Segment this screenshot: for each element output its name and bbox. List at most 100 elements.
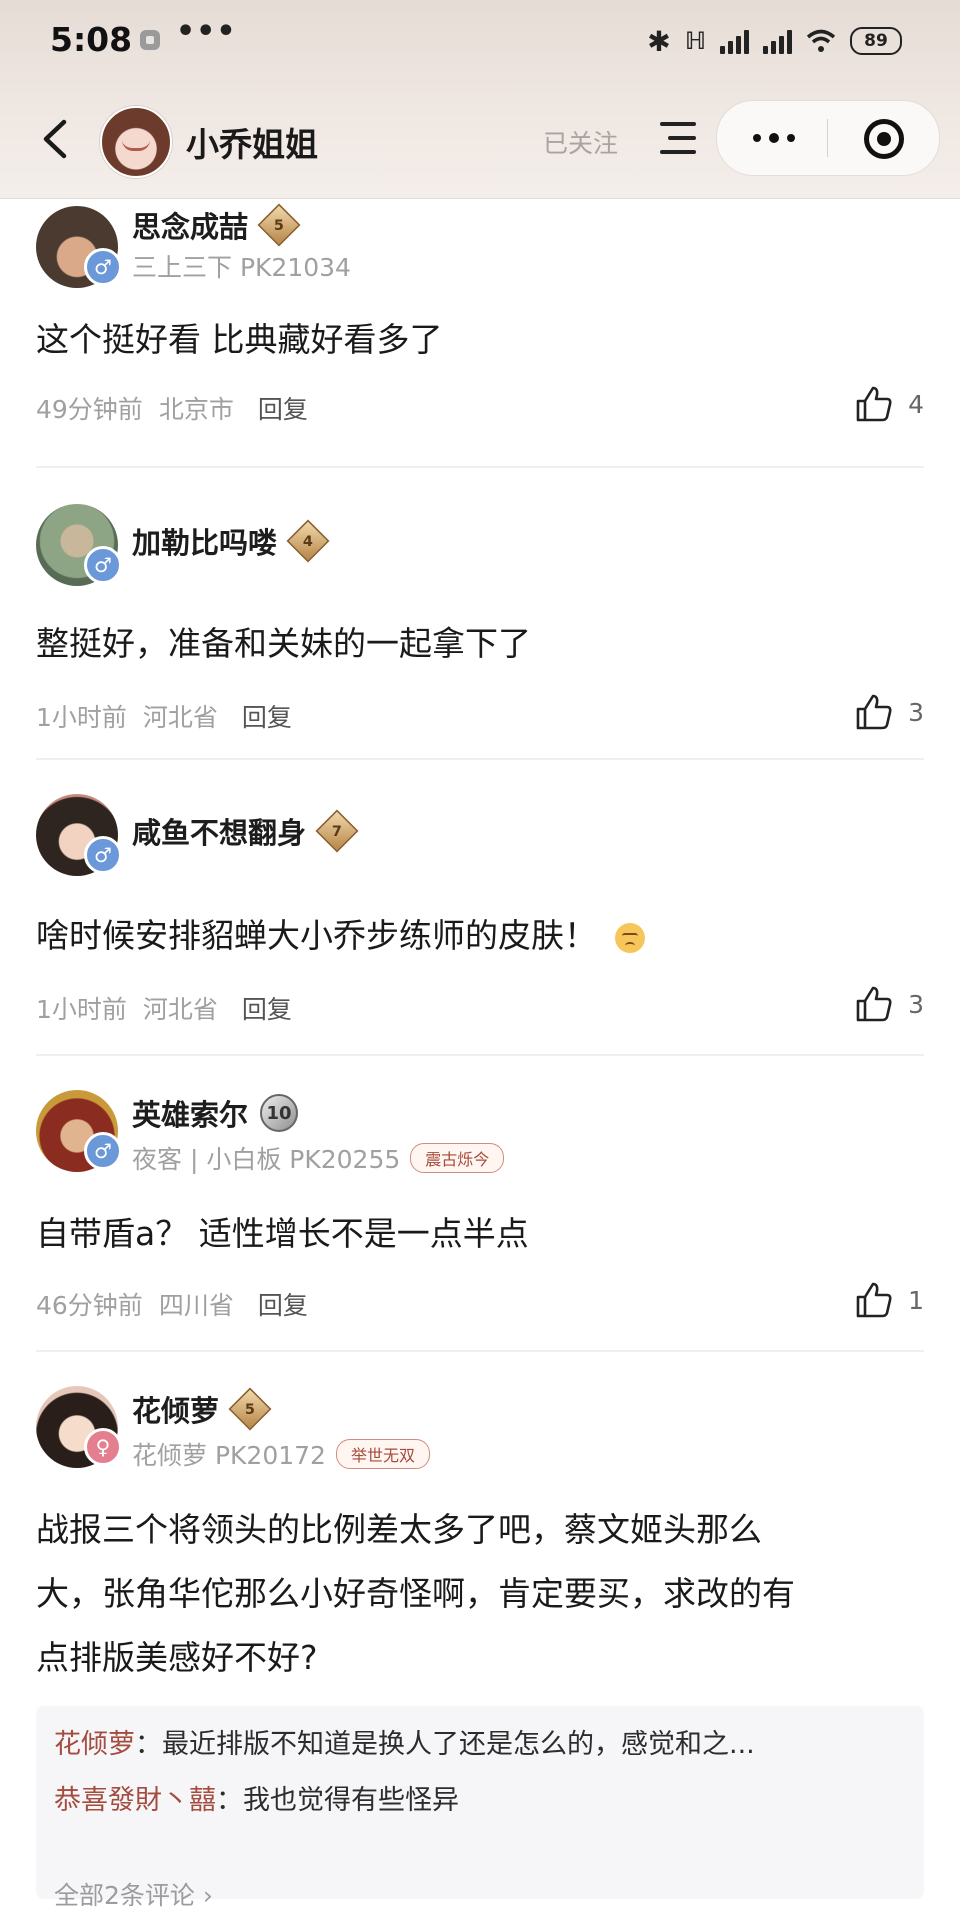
comment-meta: 49分钟前 北京市 回复 4 [36, 378, 924, 438]
level-number: 5 [274, 216, 285, 234]
like-button[interactable]: 3 [854, 692, 924, 732]
signal-icon-2 [763, 28, 792, 54]
miniprogram-capsule [716, 100, 940, 176]
comment-meta: 1小时前 河北省 回复 3 [36, 978, 924, 1038]
thumbs-up-icon [856, 1282, 892, 1318]
bluetooth-icon: ✱ [647, 24, 671, 58]
title-tag: 震古烁今 [410, 1143, 505, 1173]
comment-text: 自带盾a？ 适性增长不是一点半点 [36, 1214, 529, 1253]
level-badge: 7 [315, 809, 359, 853]
more-options-button[interactable] [717, 101, 827, 175]
signal-icon [720, 28, 749, 54]
status-bar: 5:08 ••• ✱ ℍ 89 [0, 0, 960, 80]
comment-location: 河北省 [142, 703, 218, 732]
target-icon [864, 119, 904, 159]
like-count: 1 [908, 1285, 924, 1315]
male-icon: ♂ [84, 1132, 122, 1170]
comment-list: ♂ 思念成喆 5 三上三下 PK21034 这个挺好看 比典藏好看多了 49分钟… [0, 198, 960, 1912]
comment-text-content: 啥时候安排貂蝉大小乔步练师的皮肤！ [36, 916, 597, 955]
title-tag: 举世无双 [335, 1439, 430, 1469]
user-subtitle-text: 花倾萝 PK20172 [132, 1441, 326, 1470]
status-time: 5:08 [50, 20, 133, 59]
back-button[interactable] [36, 116, 76, 162]
reply-button[interactable]: 回复 [258, 1286, 308, 1322]
thumbs-up-icon [856, 986, 892, 1022]
reply-author[interactable]: 恭喜發財丶囍 [54, 1785, 216, 1816]
reply-button[interactable]: 回复 [242, 698, 292, 734]
level-badge: 5 [257, 203, 301, 247]
comment-header: ♂ 咸鱼不想翻身 7 [36, 760, 924, 890]
username[interactable]: 英雄索尔 [132, 1092, 248, 1134]
comment-time: 1小时前 [36, 995, 127, 1024]
reply-colon: ： [216, 1785, 243, 1816]
comment-location: 河北省 [142, 995, 218, 1024]
follow-status-button[interactable]: 已关注 [543, 124, 618, 160]
username[interactable]: 咸鱼不想翻身 [132, 810, 306, 852]
reply-button[interactable]: 回复 [242, 990, 292, 1026]
male-icon: ♂ [84, 546, 122, 584]
like-button[interactable]: 3 [854, 984, 924, 1024]
male-icon: ♂ [84, 248, 122, 286]
user-subtitle-text: 夜客 | 小白板 PK20255 [132, 1145, 401, 1174]
reply-colon: ： [135, 1729, 162, 1760]
level-number: 7 [332, 822, 343, 840]
level-number: 10 [266, 1102, 292, 1124]
comment-text: 整挺好，准备和关妹的一起拿下了 [36, 624, 531, 663]
like-count: 3 [908, 989, 924, 1019]
profile-avatar[interactable] [100, 106, 172, 178]
battery-icon: 89 [850, 27, 902, 55]
menu-icon[interactable] [656, 118, 698, 158]
comment-item: ♂ 英雄索尔 10 夜客 | 小白板 PK20255 震古烁今 自带盾a？ 适性… [36, 1056, 924, 1352]
volte-icon: ℍ [684, 27, 706, 55]
chat-header: 小乔姐姐 已关注 [0, 92, 960, 188]
level-badge: 10 [260, 1094, 299, 1132]
comment-header: ♂ 英雄索尔 10 夜客 | 小白板 PK20255 震古烁今 [36, 1056, 924, 1186]
name-row: 思念成喆 5 [132, 203, 301, 247]
male-icon: ♂ [84, 836, 122, 874]
comment-text-line: 战报三个将领头的比例差太多了吧，蔡文姬头那么 [36, 1510, 762, 1549]
level-badge: 5 [228, 1387, 272, 1431]
comment-header: ♂ 加勒比吗喽 4 [36, 468, 924, 598]
username[interactable]: 加勒比吗喽 [132, 520, 277, 562]
level-number: 4 [303, 532, 314, 550]
comment-header: ♂ 思念成喆 5 三上三下 PK21034 [36, 198, 924, 298]
username[interactable]: 花倾萝 [132, 1388, 219, 1430]
comment-time: 46分钟前 [36, 1291, 143, 1320]
chevron-left-icon [43, 119, 67, 159]
close-miniprogram-button[interactable] [828, 101, 938, 175]
user-subtitle: 三上三下 PK21034 [132, 248, 351, 284]
reply-author[interactable]: 花倾萝 [54, 1729, 135, 1760]
comment-time: 1小时前 [36, 703, 127, 732]
like-button[interactable]: 1 [854, 1280, 924, 1320]
top-bar: 5:08 ••• ✱ ℍ 89 小乔姐姐 已关注 [0, 0, 960, 199]
comment-location: 北京市 [158, 395, 234, 424]
comment-text-line: 点排版美感好不好? [36, 1638, 318, 1677]
reply-text: 我也觉得有些怪异 [243, 1785, 459, 1816]
user-subtitle-text: 三上三下 PK21034 [132, 253, 351, 282]
comment-item: ♂ 加勒比吗喽 4 整挺好，准备和关妹的一起拿下了 1小时前 河北省 回复 3 [36, 468, 924, 760]
comment-text: 这个挺好看 比典藏好看多了 [36, 320, 443, 359]
reply-item[interactable]: 花倾萝：最近排版不知道是换人了还是怎么的，感觉和之... [54, 1722, 755, 1761]
name-row: 花倾萝 5 [132, 1387, 272, 1431]
level-badge: 4 [286, 519, 330, 563]
thumbs-up-icon [856, 386, 892, 422]
name-row: 英雄索尔 10 [132, 1092, 299, 1134]
reply-preview[interactable]: 花倾萝：最近排版不知道是换人了还是怎么的，感觉和之... 恭喜發財丶囍：我也觉得… [36, 1706, 924, 1910]
reply-item[interactable]: 恭喜發財丶囍：我也觉得有些怪异 [54, 1778, 459, 1817]
comment-header: ♀ 花倾萝 5 花倾萝 PK20172 举世无双 [36, 1352, 924, 1482]
comment-meta: 46分钟前 四川省 回复 1 [36, 1274, 924, 1334]
like-count: 4 [908, 389, 924, 419]
reply-button[interactable]: 回复 [258, 390, 308, 426]
page-title: 小乔姐姐 [186, 125, 318, 164]
more-notifications-icon: ••• [176, 14, 237, 49]
comment-text: 战报三个将领头的比例差太多了吧，蔡文姬头那么 大，张角华佗那么小好奇怪啊，肯定要… [36, 1498, 924, 1690]
view-all-replies-link[interactable]: 全部2条评论 › [54, 1876, 213, 1912]
comment-time: 49分钟前 [36, 395, 143, 424]
username[interactable]: 思念成喆 [132, 204, 248, 246]
app-notification-icon [140, 30, 160, 50]
user-subtitle: 花倾萝 PK20172 举世无双 [132, 1436, 430, 1472]
comment-meta: 1小时前 河北省 回复 3 [36, 686, 924, 746]
comment-text-line: 大，张角华佗那么小好奇怪啊，肯定要买，求改的有 [36, 1574, 795, 1613]
comment-location: 四川省 [158, 1291, 234, 1320]
like-button[interactable]: 4 [854, 384, 924, 424]
